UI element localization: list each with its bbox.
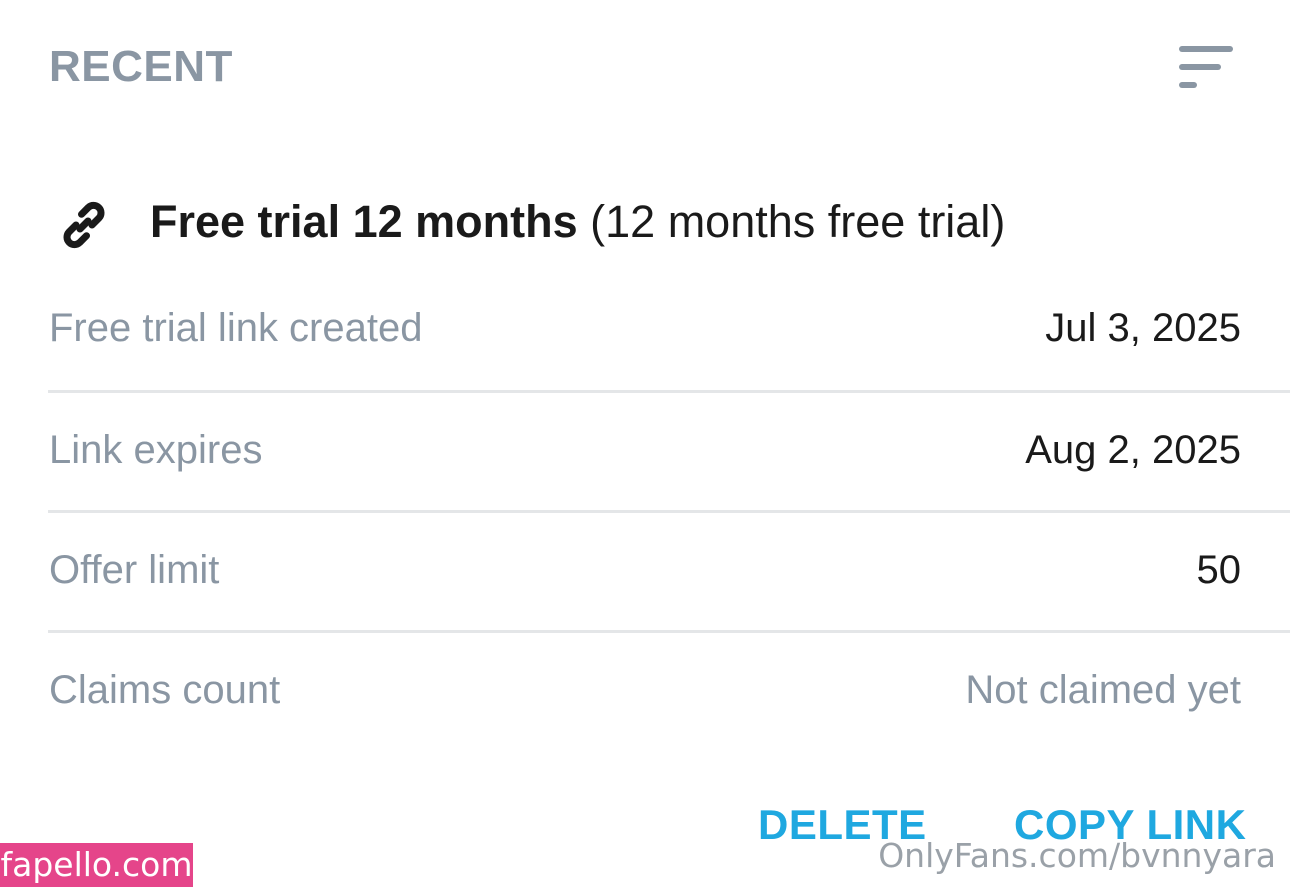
offer-title: Free trial 12 months (12 months free tri… — [150, 196, 1005, 248]
offer-description: (12 months free trial) — [590, 196, 1006, 247]
detail-row-claims: Claims count Not claimed yet — [48, 662, 1290, 782]
detail-label: Claims count — [49, 668, 281, 712]
divider — [48, 510, 1290, 513]
detail-label: Free trial link created — [49, 306, 423, 350]
sort-icon[interactable] — [1176, 44, 1236, 92]
offer-name: Free trial 12 months — [150, 196, 578, 247]
section-title: RECENT — [49, 42, 233, 91]
watermark-text: OnlyFans.com/bvnnyara — [878, 836, 1276, 875]
divider — [48, 390, 1290, 393]
detail-value: 50 — [1196, 548, 1242, 592]
link-icon — [54, 195, 114, 255]
detail-label: Link expires — [49, 428, 263, 472]
watermark-badge: fapello.com — [0, 843, 193, 887]
divider — [48, 630, 1290, 633]
detail-value: Not claimed yet — [965, 668, 1241, 712]
detail-value: Jul 3, 2025 — [1045, 306, 1241, 350]
detail-value: Aug 2, 2025 — [1025, 428, 1241, 472]
detail-label: Offer limit — [49, 548, 220, 592]
detail-row-limit: Offer limit 50 — [48, 542, 1290, 662]
detail-row-created: Free trial link created Jul 3, 2025 — [48, 300, 1290, 420]
detail-row-expires: Link expires Aug 2, 2025 — [48, 422, 1290, 542]
